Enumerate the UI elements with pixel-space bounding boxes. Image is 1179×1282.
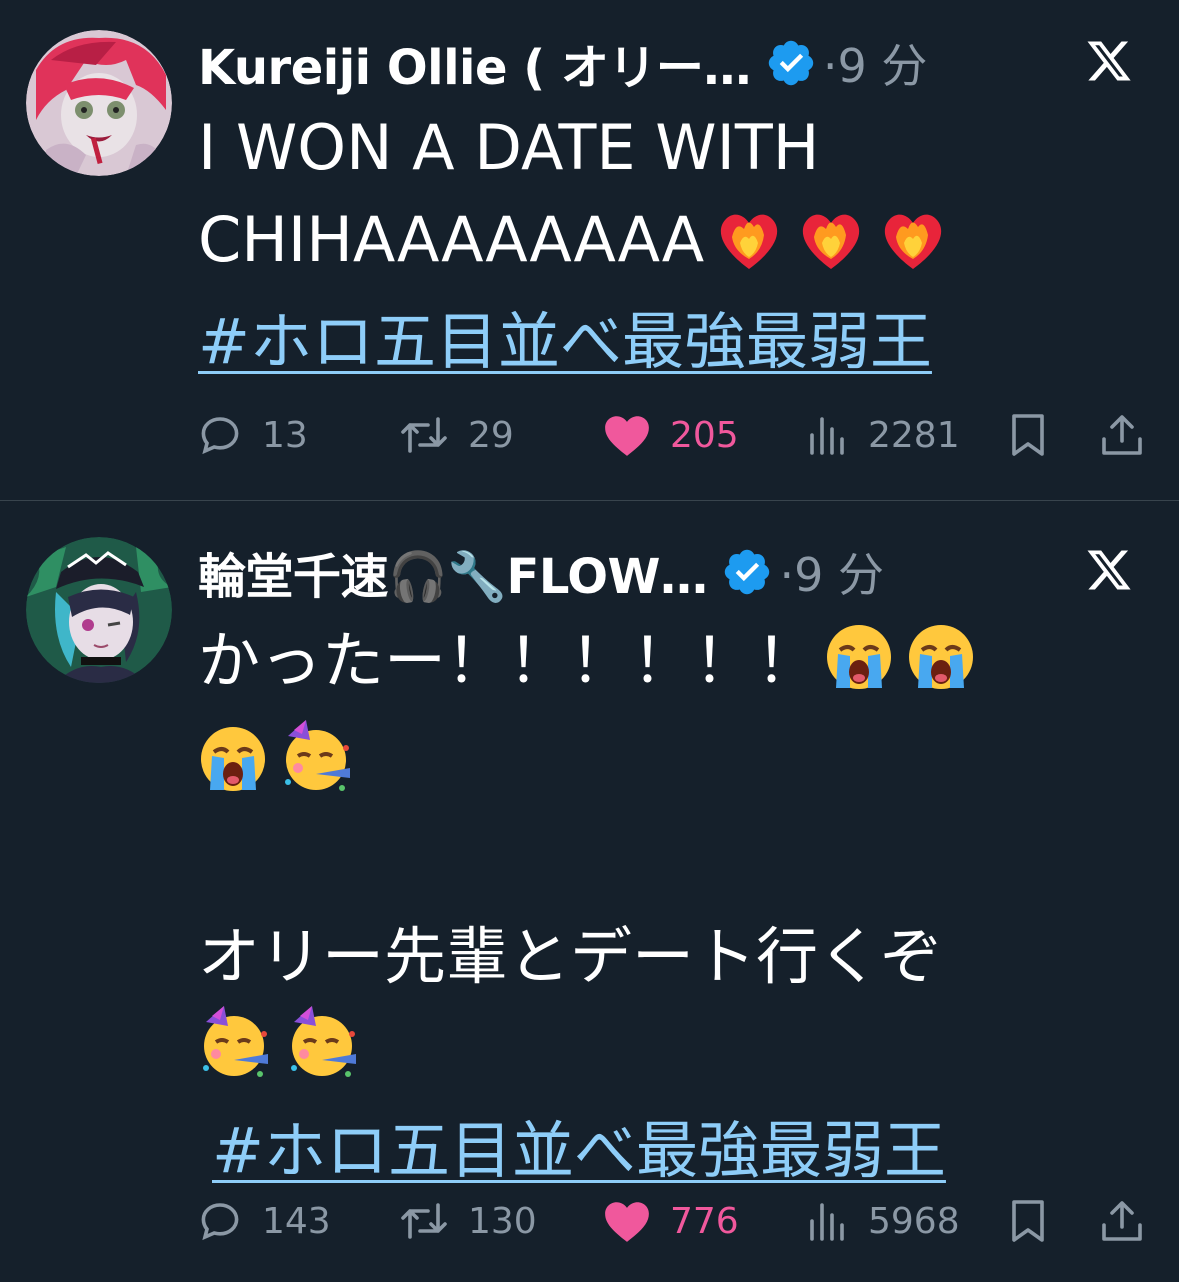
tweet-text-line-content: かったー！！！！！！: [198, 624, 819, 697]
tweet-text: I WON A DATE WITH CHIHAAAAAAAA #ホロ五目並べ最強…: [198, 102, 1155, 388]
reply-count: 143: [262, 1200, 331, 1242]
tweet-text-line: #ホロ五目並べ最強最弱王: [198, 1105, 1155, 1197]
repost-icon: [401, 417, 447, 453]
reply-icon: [201, 1203, 239, 1241]
share-icon: [1102, 415, 1142, 455]
bookmark-icon: [1012, 414, 1044, 456]
views-icon: [810, 1203, 844, 1241]
reply-count: 13: [262, 414, 308, 456]
views-button[interactable]: 2281: [806, 405, 960, 465]
repost-icon: [401, 1203, 447, 1239]
reply-button[interactable]: 143: [196, 1191, 331, 1251]
bookmark-icon: [1012, 1200, 1044, 1242]
tweet-text-line: オリー先輩とデート行くぞ: [198, 920, 943, 993]
heart-icon: [605, 416, 649, 456]
verified-badge-icon: [725, 549, 770, 595]
repost-button[interactable]: 130: [398, 1191, 537, 1251]
timestamp[interactable]: ·9 分: [823, 30, 928, 96]
tweet-text-line: I WON A DATE WITH: [198, 111, 820, 184]
tweet-card[interactable]: 輪堂千速🎧🔧FLOW… ·9 分 かったー！！！！！！ オリー先輩とデート行くぞ…: [0, 501, 1179, 1282]
timestamp[interactable]: ·9 分: [779, 539, 884, 605]
avatar[interactable]: [26, 537, 172, 683]
partying-face-emoji: [198, 1004, 274, 1105]
tweet-text-line: [198, 1003, 1155, 1105]
hashtag-link[interactable]: #ホロ五目並べ最強最弱王: [198, 305, 932, 378]
share-button[interactable]: [1098, 1191, 1164, 1251]
x-logo-icon: [1087, 550, 1131, 590]
tweet-text-line-content: CHIHAAAAAAAA: [198, 203, 705, 276]
tweet-text-line: CHIHAAAAAAAA: [198, 194, 1155, 296]
tweet-text-line: [198, 717, 1155, 819]
action-bar: 13 29 205 2281: [196, 405, 1149, 465]
verified-badge-icon: [768, 40, 814, 86]
tweet-text: かったー！！！！！！ オリー先輩とデート行くぞ #ホロ五目並べ最強最弱王: [198, 615, 1155, 1197]
heart-icon: [605, 1202, 649, 1242]
share-icon: [1102, 1201, 1142, 1241]
reply-button[interactable]: 13: [196, 405, 308, 465]
views-count: 2281: [868, 414, 960, 456]
heart-on-fire-emoji: [714, 204, 784, 296]
tweet-header: 輪堂千速🎧🔧FLOW… ·9 分: [198, 539, 1159, 605]
repost-count: 29: [468, 414, 514, 456]
repost-count: 130: [468, 1200, 537, 1242]
tweet-text-line: かったー！！！！！！: [198, 615, 1155, 717]
bookmark-button[interactable]: [1006, 405, 1068, 465]
tweet-card[interactable]: Kureiji Ollie ( オリー… ·9 分 I WON A DATE W…: [0, 0, 1179, 500]
loudly-crying-emoji: [906, 622, 976, 717]
like-count: 205: [670, 414, 739, 456]
heart-on-fire-emoji: [878, 204, 948, 296]
like-button[interactable]: 776: [602, 1191, 739, 1251]
repost-button[interactable]: 29: [398, 405, 514, 465]
views-icon: [810, 417, 844, 455]
author-name[interactable]: 輪堂千速🎧🔧FLOW…: [198, 537, 708, 607]
views-button[interactable]: 5968: [806, 1191, 960, 1251]
tweet-header: Kureiji Ollie ( オリー… ·9 分: [198, 30, 1159, 96]
partying-face-emoji: [280, 718, 356, 819]
loudly-crying-emoji: [824, 622, 894, 717]
avatar[interactable]: [26, 30, 172, 176]
reply-icon: [201, 417, 239, 455]
like-button[interactable]: 205: [602, 405, 739, 465]
tweet-text-line: #ホロ五目並べ最強最弱王: [198, 296, 1155, 388]
like-count: 776: [670, 1200, 739, 1242]
loudly-crying-emoji: [198, 724, 268, 819]
heart-on-fire-emoji: [796, 204, 866, 296]
views-count: 5968: [868, 1200, 960, 1242]
bookmark-button[interactable]: [1006, 1191, 1068, 1251]
author-name[interactable]: Kureiji Ollie ( オリー…: [198, 28, 751, 98]
hashtag-link[interactable]: #ホロ五目並べ最強最弱王: [212, 1114, 946, 1187]
partying-face-emoji: [286, 1004, 362, 1105]
x-logo-icon: [1087, 41, 1131, 81]
share-button[interactable]: [1098, 405, 1164, 465]
action-bar: 143 130 776 5968: [196, 1191, 1149, 1251]
